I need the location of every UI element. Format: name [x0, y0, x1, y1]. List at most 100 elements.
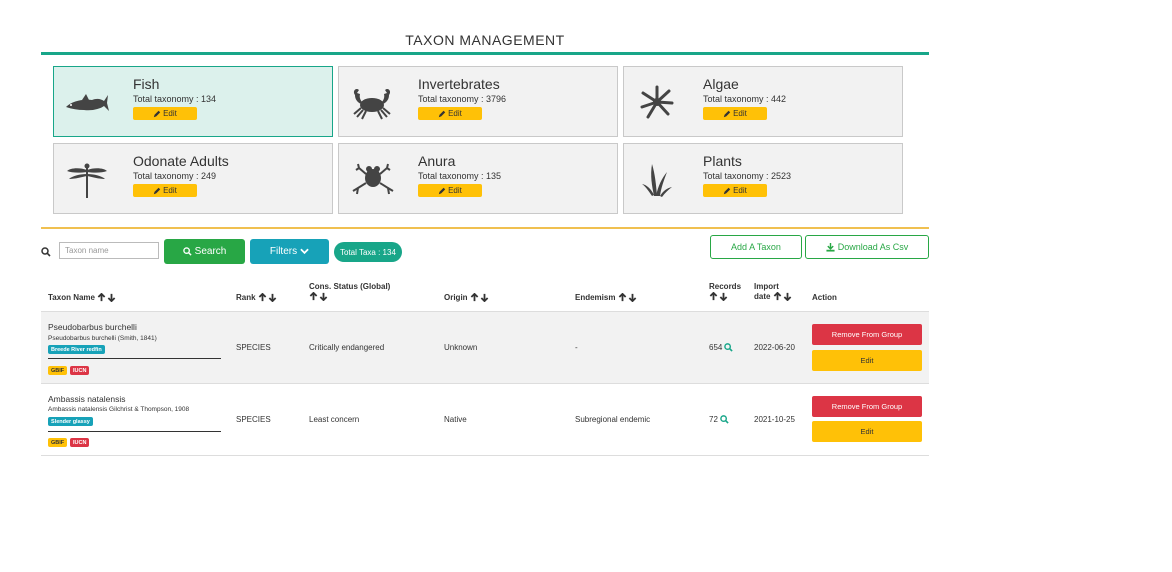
cons-status-cell: Least concern [309, 415, 360, 424]
taxon-table: Taxon Name Rank Cons. Status (Global) Or… [41, 278, 929, 456]
group-card-algae[interactable]: Algae Total taxonomy : 442 Edit [623, 66, 903, 137]
group-name: Anura [418, 153, 456, 169]
column-label: Import [754, 282, 779, 291]
edit-taxon-button[interactable]: Edit [812, 421, 922, 442]
edit-group-button[interactable]: Edit [703, 184, 767, 197]
rank-cell: SPECIES [236, 415, 271, 424]
search-icon [182, 247, 192, 256]
page-title: TAXON MANAGEMENT [405, 32, 565, 48]
search-icon[interactable] [720, 415, 729, 424]
edit-group-button[interactable]: Edit [133, 184, 197, 197]
plant-icon [642, 164, 672, 197]
edit-label: Edit [163, 186, 177, 195]
import-date-cell: 2021-10-25 [754, 415, 795, 424]
taxon-authority: Pseudobarbus burchelli (Smith, 1841) [48, 335, 157, 342]
endemism-cell: - [575, 343, 578, 352]
group-count: Total taxonomy : 442 [703, 94, 787, 104]
arrow-up-icon[interactable] [709, 292, 718, 301]
sort-controls[interactable] [618, 293, 637, 303]
sort-controls[interactable] [773, 292, 792, 302]
filters-button[interactable]: Filters [250, 239, 329, 264]
remove-from-group-button[interactable]: Remove From Group [812, 396, 922, 417]
origin-cell: Native [444, 415, 467, 424]
group-card-invertebrates[interactable]: Invertebrates Total taxonomy : 3796 Edit [338, 66, 618, 137]
frog-icon [352, 163, 394, 195]
column-cons-status[interactable]: Cons. Status (Global) [309, 282, 390, 302]
column-label: Records [709, 282, 742, 291]
fish-icon [66, 94, 109, 111]
iucn-badge[interactable]: IUCN [70, 366, 90, 375]
arrow-down-icon[interactable] [783, 292, 792, 302]
common-name-badge: Slender glassy [48, 417, 93, 426]
column-action: Action [812, 293, 837, 303]
taxon-name[interactable]: Ambassis natalensis [48, 394, 125, 404]
arrow-up-icon[interactable] [773, 292, 782, 301]
search-button[interactable]: Search [164, 239, 245, 264]
sort-controls[interactable] [97, 293, 116, 303]
edit-label: Edit [733, 109, 747, 118]
group-card-fish[interactable]: Fish Total taxonomy : 134 Edit [53, 66, 333, 137]
arrow-up-icon[interactable] [258, 293, 267, 302]
taxon-name-input[interactable] [59, 242, 159, 259]
column-records[interactable]: Records [709, 282, 741, 302]
records-count: 72 [709, 415, 718, 424]
table-header: Taxon Name Rank Cons. Status (Global) Or… [41, 278, 929, 312]
sort-controls[interactable] [470, 293, 489, 303]
column-label: Rank [236, 293, 256, 302]
gbif-badge[interactable]: GBIF [48, 366, 68, 375]
arrow-down-icon[interactable] [319, 292, 328, 302]
edit-group-button[interactable]: Edit [418, 107, 482, 120]
add-taxon-button[interactable]: Add A Taxon [710, 235, 802, 259]
gbif-badge[interactable]: GBIF [48, 438, 68, 447]
group-count: Total taxonomy : 2523 [703, 171, 792, 181]
column-rank[interactable]: Rank [236, 293, 277, 303]
arrow-down-icon[interactable] [480, 293, 489, 303]
group-card-anura[interactable]: Anura Total taxonomy : 135 Edit [338, 143, 618, 214]
edit-group-button[interactable]: Edit [418, 184, 482, 197]
arrow-down-icon[interactable] [719, 292, 728, 302]
edit-group-button[interactable]: Edit [703, 107, 767, 120]
algae-icon [640, 85, 674, 119]
group-card-odonate-adults[interactable]: Odonate Adults Total taxonomy : 249 Edit [53, 143, 333, 214]
arrow-down-icon[interactable] [628, 293, 637, 303]
taxon-name[interactable]: Pseudobarbus burchelli [48, 322, 137, 332]
group-count: Total taxonomy : 135 [418, 171, 502, 181]
arrow-down-icon[interactable] [107, 293, 116, 303]
arrow-down-icon[interactable] [268, 293, 277, 303]
edit-group-button[interactable]: Edit [133, 107, 197, 120]
table-row: Pseudobarbus burchelli Pseudobarbus burc… [41, 312, 929, 384]
page-header: TAXON MANAGEMENT [41, 31, 929, 55]
edit-label: Edit [448, 109, 462, 118]
sort-controls[interactable] [258, 293, 277, 303]
column-taxon-name[interactable]: Taxon Name [48, 293, 116, 303]
column-label: date [754, 292, 771, 301]
arrow-up-icon[interactable] [309, 292, 318, 301]
name-divider [48, 358, 221, 359]
arrow-up-icon[interactable] [618, 293, 627, 302]
sort-controls[interactable] [309, 292, 328, 302]
cons-status-cell: Critically endangered [309, 343, 385, 352]
group-card-plants[interactable]: Plants Total taxonomy : 2523 Edit [623, 143, 903, 214]
column-endemism[interactable]: Endemism [575, 293, 637, 303]
arrow-up-icon[interactable] [470, 293, 479, 302]
column-import-date[interactable]: Import date [754, 282, 792, 302]
common-name-badge: Breede River redfin [48, 345, 105, 354]
iucn-badge[interactable]: IUCN [70, 438, 90, 447]
crab-icon [353, 88, 391, 120]
records-cell[interactable]: 654 [709, 343, 734, 352]
search-icon[interactable] [724, 343, 734, 352]
remove-from-group-button[interactable]: Remove From Group [812, 324, 922, 345]
origin-cell: Unknown [444, 343, 478, 352]
edit-label: Edit [448, 186, 462, 195]
group-name: Odonate Adults [133, 153, 229, 169]
download-csv-button[interactable]: Download As Csv [805, 235, 929, 259]
table-row: Ambassis natalensis Ambassis natalensis … [41, 384, 929, 456]
edit-taxon-button[interactable]: Edit [812, 350, 922, 371]
dragonfly-icon [67, 163, 107, 198]
group-count: Total taxonomy : 3796 [418, 94, 507, 104]
column-origin[interactable]: Origin [444, 293, 489, 303]
records-cell[interactable]: 72 [709, 415, 729, 424]
arrow-up-icon[interactable] [97, 293, 106, 302]
group-count: Total taxonomy : 134 [133, 94, 217, 104]
sort-controls[interactable] [709, 292, 728, 302]
